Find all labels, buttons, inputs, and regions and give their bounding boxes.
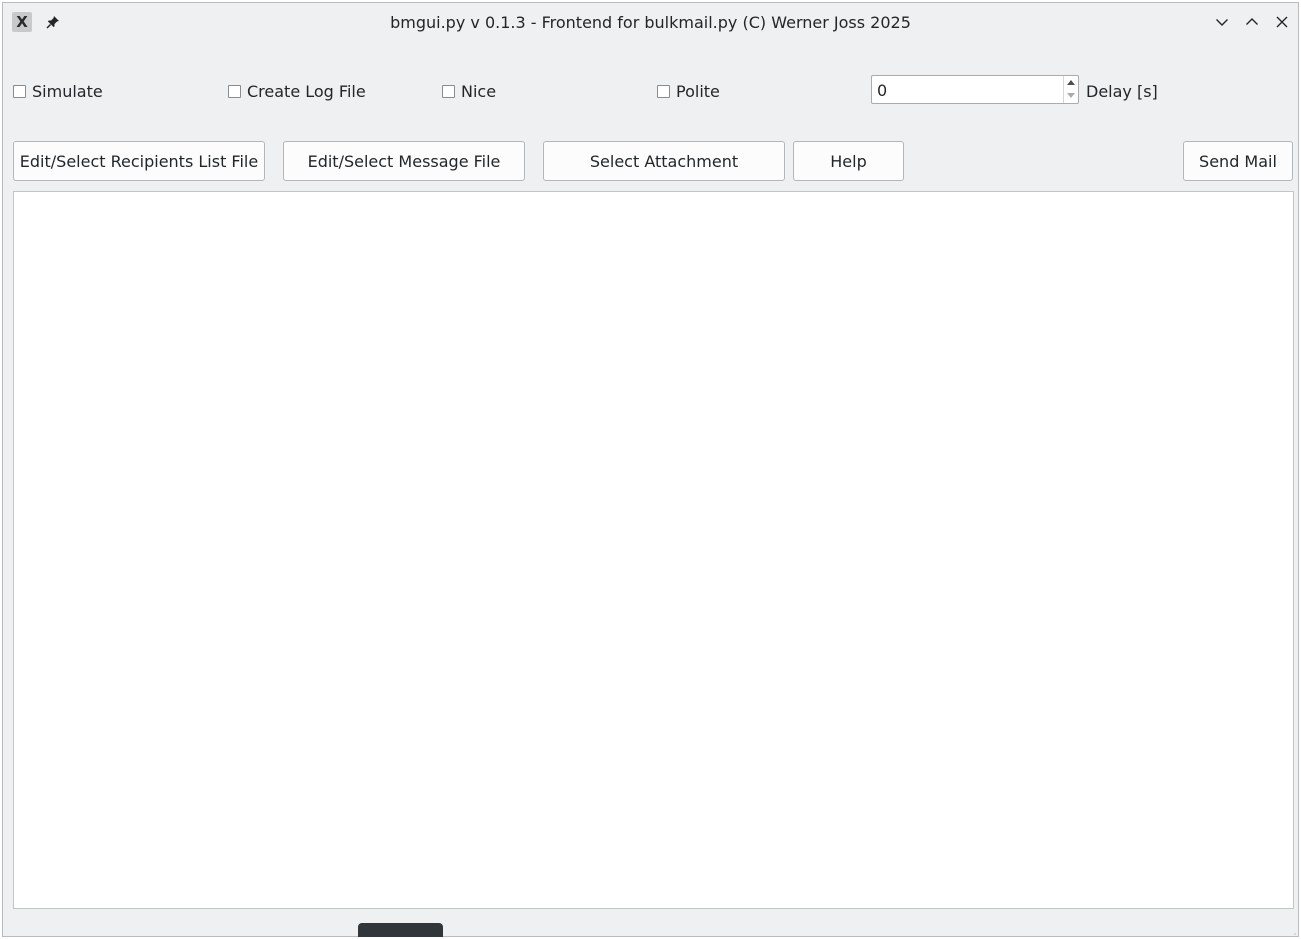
nice-checkbox-box[interactable]	[442, 85, 455, 98]
nice-label: Nice	[461, 82, 497, 101]
output-text-area[interactable]	[13, 191, 1294, 909]
nice-checkbox[interactable]: Nice	[442, 82, 496, 101]
title-bar[interactable]: X bmgui.py v 0.1.3 - Frontend for bulkma…	[3, 3, 1298, 41]
spin-up-icon[interactable]	[1064, 76, 1078, 89]
polite-label: Polite	[676, 82, 720, 101]
delay-label: Delay [s]	[1086, 82, 1158, 101]
simulate-checkbox[interactable]: Simulate	[13, 82, 103, 101]
simulate-checkbox-box[interactable]	[13, 85, 26, 98]
taskbar-tab[interactable]	[358, 923, 443, 937]
create-log-file-checkbox-box[interactable]	[228, 85, 241, 98]
send-mail-button[interactable]: Send Mail	[1183, 141, 1293, 181]
chevron-down-icon[interactable]	[1212, 12, 1232, 32]
window-title: bmgui.py v 0.1.3 - Frontend for bulkmail…	[390, 13, 911, 32]
chevron-up-icon[interactable]	[1242, 12, 1262, 32]
app-window: X bmgui.py v 0.1.3 - Frontend for bulkma…	[2, 2, 1299, 937]
spin-arrows	[1063, 76, 1078, 103]
delay-value[interactable]: 0	[877, 81, 887, 100]
help-button[interactable]: Help	[793, 141, 904, 181]
simulate-label: Simulate	[32, 82, 103, 101]
polite-checkbox[interactable]: Polite	[657, 82, 720, 101]
resize-grip-icon[interactable]	[1288, 926, 1296, 935]
delay-spinbox[interactable]: 0	[871, 75, 1079, 104]
close-icon[interactable]	[1272, 12, 1292, 32]
create-log-file-label: Create Log File	[247, 82, 366, 101]
edit-message-button[interactable]: Edit/Select Message File	[283, 141, 525, 181]
polite-checkbox-box[interactable]	[657, 85, 670, 98]
create-log-file-checkbox[interactable]: Create Log File	[228, 82, 366, 101]
edit-recipients-button[interactable]: Edit/Select Recipients List File	[13, 141, 265, 181]
select-attachment-button[interactable]: Select Attachment	[543, 141, 785, 181]
spin-down-icon[interactable]	[1064, 89, 1078, 102]
